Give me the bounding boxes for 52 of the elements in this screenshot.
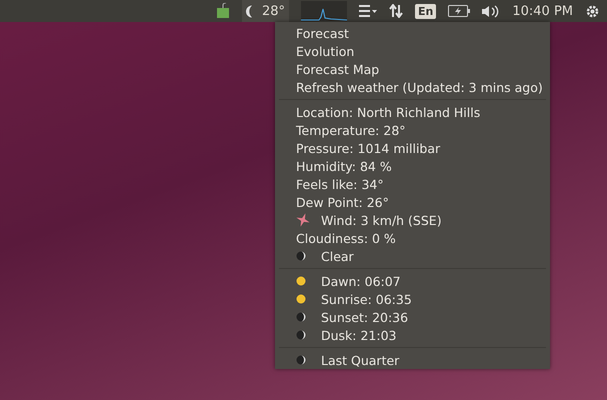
- menu-item-label: Wind: 3 km/h (SSE): [321, 212, 442, 228]
- temperature-text: 28°: [262, 4, 285, 18]
- menu-item-label: Forecast Map: [296, 62, 380, 76]
- weather-indicator[interactable]: 28°: [242, 0, 289, 22]
- menu-item-label: Evolution: [296, 44, 354, 58]
- menu-item-label: Sunrise: 06:35: [321, 292, 412, 306]
- volume-icon[interactable]: [482, 4, 500, 18]
- keyboard-layout-indicator[interactable]: En: [414, 4, 436, 18]
- moon-icon: [296, 330, 306, 340]
- menu-item[interactable]: Forecast: [275, 24, 550, 42]
- menu-item-label: Forecast: [296, 26, 349, 40]
- menu-item[interactable]: Feels like: 34°: [275, 175, 550, 193]
- menu-item[interactable]: Forecast Map: [275, 60, 550, 78]
- moon-icon: [296, 355, 306, 365]
- menu-item-label: Feels like: 34°: [296, 176, 384, 192]
- menu-item[interactable]: Wind: 3 km/h (SSE): [275, 211, 550, 229]
- settings-icon[interactable]: [585, 4, 600, 18]
- menu-item[interactable]: Cloudiness: 0 %: [275, 229, 550, 247]
- menu-item-label: Cloudiness: 0 %: [296, 230, 396, 246]
- menu-item[interactable]: Location: North Richland Hills: [275, 103, 550, 121]
- clock-text[interactable]: 10:40 PM: [512, 4, 573, 18]
- menu-item[interactable]: Evolution: [275, 42, 550, 60]
- menu-item[interactable]: Pressure: 1014 millibar: [275, 139, 550, 157]
- menu-item[interactable]: Dew Point: 26°: [275, 193, 550, 211]
- menu-item[interactable]: Sunrise: 06:35: [275, 290, 550, 308]
- menu-item[interactable]: Refresh weather (Updated: 3 mins ago): [275, 78, 550, 96]
- menu-item[interactable]: Clear: [275, 247, 550, 265]
- menu-item-label: Refresh weather (Updated: 3 mins ago): [296, 80, 543, 94]
- menu-item-label: Dawn: 06:07: [321, 274, 401, 288]
- menu-item-label: Dusk: 21:03: [321, 328, 397, 342]
- menu-item[interactable]: Sunset: 20:36: [275, 308, 550, 326]
- clipboard-icon[interactable]: [216, 3, 230, 19]
- menu-item-label: Clear: [321, 248, 354, 264]
- compass-star-icon: [296, 213, 310, 227]
- menu-item[interactable]: Humidity: 84 %: [275, 157, 550, 175]
- menu-item-label: Pressure: 1014 millibar: [296, 140, 440, 156]
- moon-icon: [296, 251, 306, 261]
- battery-icon[interactable]: [448, 5, 470, 17]
- menu-item-label: Last Quarter: [321, 352, 400, 368]
- transfer-arrows-icon[interactable]: [388, 4, 403, 18]
- menu-item[interactable]: Dawn: 06:07: [275, 272, 550, 290]
- menu-item-label: Temperature: 28°: [296, 122, 406, 138]
- menu-item[interactable]: Last Quarter: [275, 351, 550, 369]
- network-graph-icon[interactable]: [300, 1, 347, 21]
- menu-item-label: Dew Point: 26°: [296, 194, 389, 210]
- menu-item-label: Sunset: 20:36: [321, 310, 408, 324]
- menu-item[interactable]: Dusk: 21:03: [275, 326, 550, 344]
- menu-icon[interactable]: [358, 5, 377, 17]
- menu-item-label: Location: North Richland Hills: [296, 104, 480, 120]
- menu-item[interactable]: Temperature: 28°: [275, 121, 550, 139]
- moon-icon: [296, 312, 306, 322]
- menu-item-label: Humidity: 84 %: [296, 158, 392, 174]
